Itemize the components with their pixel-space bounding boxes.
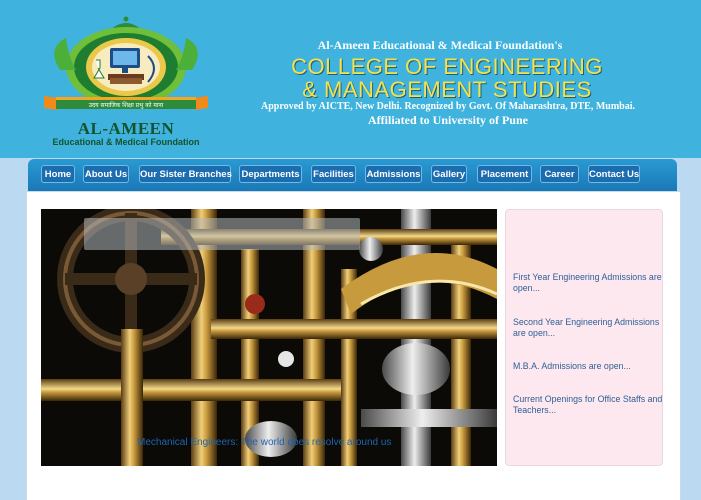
content-footer: [26, 484, 681, 500]
nav-career[interactable]: Career: [540, 165, 579, 183]
site-header: उदय समाजिक शिक्षा प्रभु को माना AL-AMEEN…: [0, 0, 701, 158]
nav-facilities[interactable]: Facilities: [311, 165, 356, 183]
affiliation-text: Affiliated to University of Pune: [368, 113, 528, 127]
logo-subtitle: Educational & Medical Foundation: [52, 137, 200, 147]
hero-caption-box: [84, 218, 360, 250]
foundation-name: Al-Ameen Educational & Medical Foundatio…: [317, 38, 563, 52]
logo-motto: उदय समाजिक शिक्षा प्रभु को माना: [88, 102, 164, 109]
news-item[interactable]: Second Year Engineering Admissions are o…: [513, 317, 673, 339]
nav-about-us[interactable]: About Us: [83, 165, 129, 183]
college-title: COLLEGE OF ENGINEERING & MANAGEMENT STUD…: [228, 55, 666, 101]
foundation-logo[interactable]: उदय समाजिक शिक्षा प्रभु को माना AL-AMEEN…: [36, 12, 216, 152]
news-item[interactable]: M.B.A. Admissions are open...: [513, 361, 673, 372]
news-item[interactable]: First Year Engineering Admissions are op…: [513, 272, 673, 294]
logo-name: AL-AMEEN: [77, 119, 175, 138]
college-title-line2: & MANAGEMENT STUDIES: [302, 77, 592, 102]
nav-sister-branches[interactable]: Our Sister Branches: [139, 165, 232, 183]
nav-gallery[interactable]: Gallery: [431, 165, 467, 183]
approval-text: Approved by AICTE, New Delhi. Recognized…: [261, 101, 635, 112]
nav-contact-us[interactable]: Contact Us: [588, 165, 640, 183]
nav-departments[interactable]: Departments: [239, 165, 302, 183]
news-item[interactable]: Current Openings for Office Staffs and T…: [513, 394, 673, 416]
nav-placement[interactable]: Placement: [477, 165, 532, 183]
college-title-line1: COLLEGE OF ENGINEERING: [291, 54, 603, 79]
nav-home[interactable]: Home: [41, 165, 75, 183]
main-navigation: Home About Us Our Sister Branches Depart…: [28, 159, 677, 191]
hero-caption: Mechanical Engineers: The world does res…: [137, 437, 392, 448]
nav-admissions[interactable]: Admissions: [365, 165, 422, 183]
